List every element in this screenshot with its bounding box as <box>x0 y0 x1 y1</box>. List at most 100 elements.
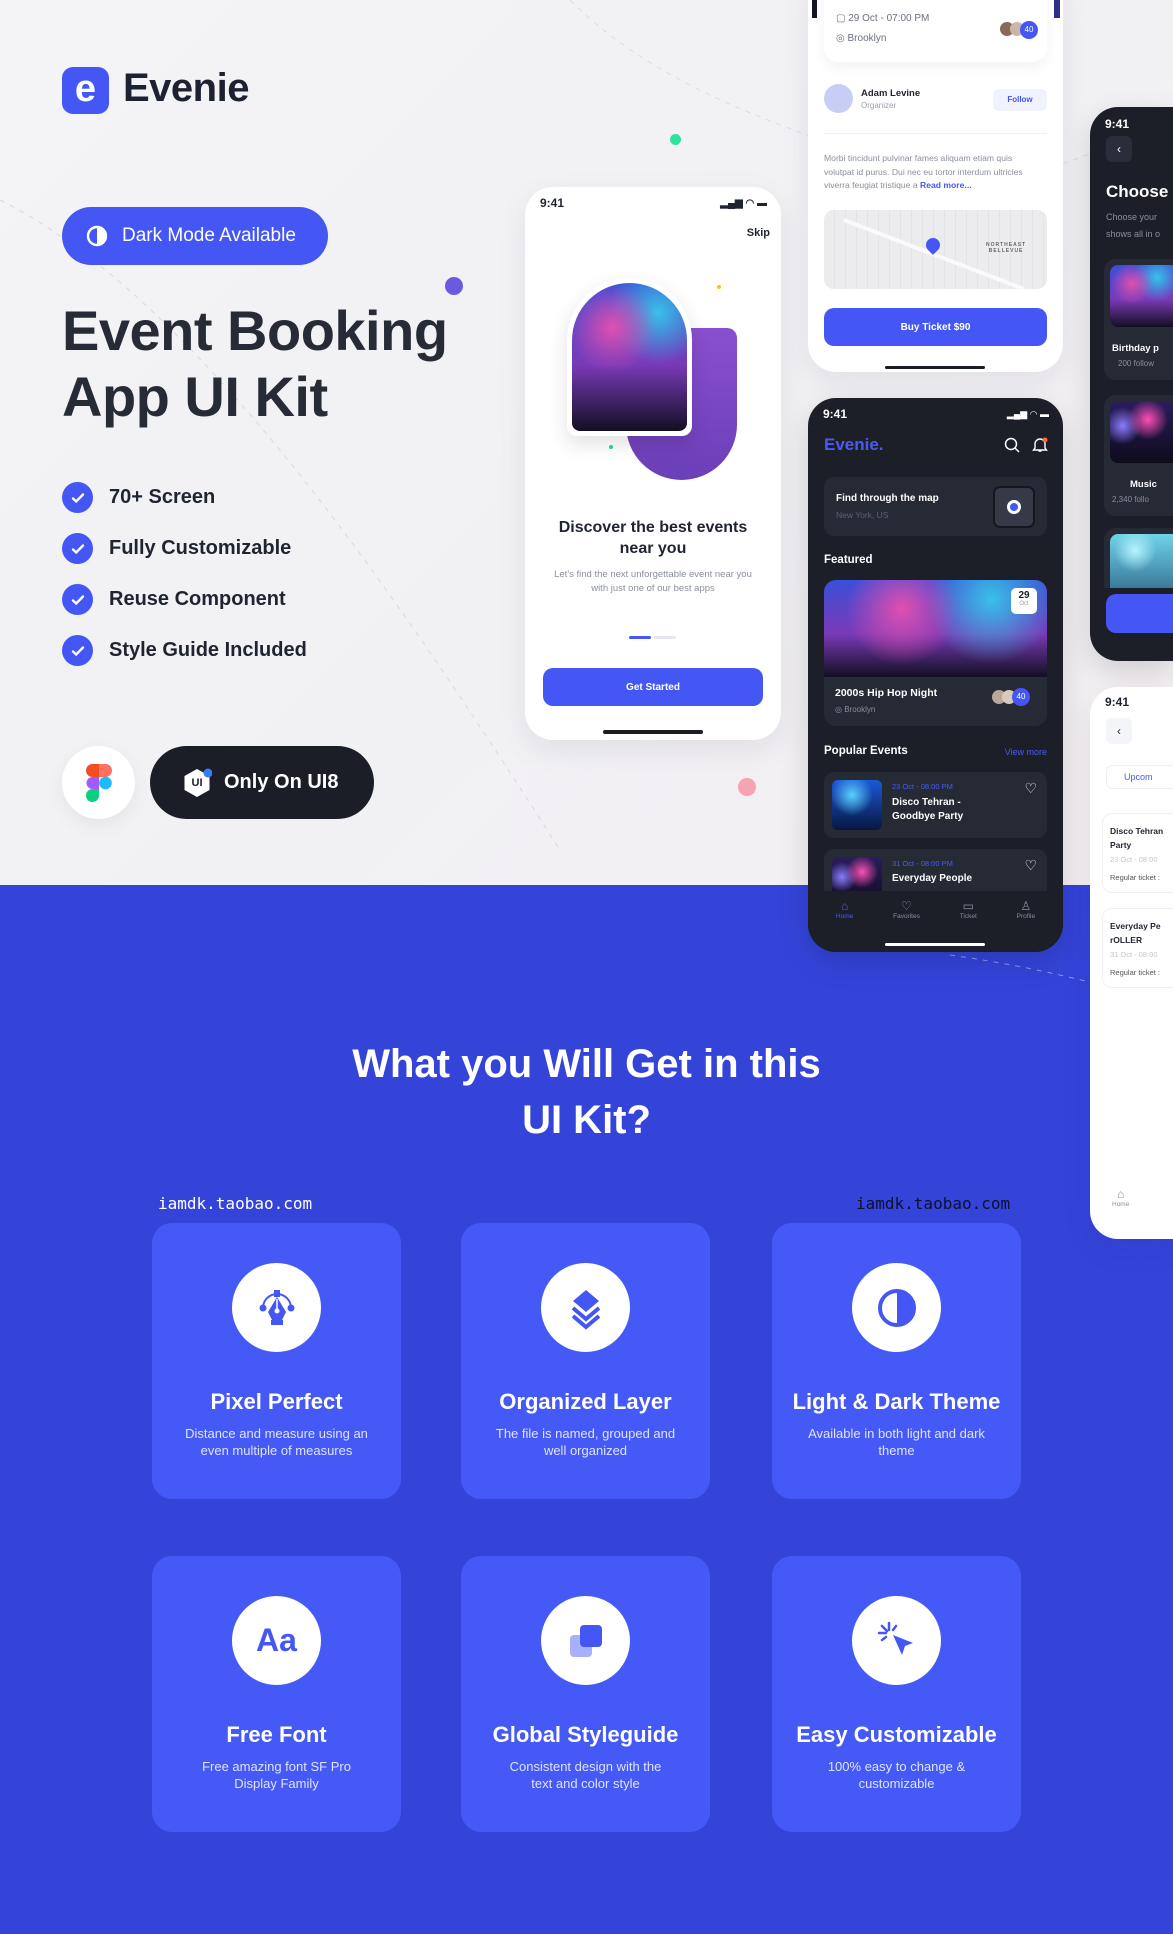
tab-upcoming[interactable]: Upcom <box>1106 765 1173 789</box>
category-name: Music <box>1130 479 1157 490</box>
feature-description: Free amazing font SF Pro Display Family <box>202 1759 351 1791</box>
heart-icon[interactable]: ♡ <box>1024 857 1037 874</box>
ui8-badge-text: UI <box>191 776 203 789</box>
featured-event-location: ◎ Brooklyn <box>835 705 876 714</box>
follow-button[interactable]: Follow <box>993 89 1047 111</box>
tickets-screen: 9:41 ‹ Upcom Disco Tehran Party 23 Oct - … <box>1090 687 1173 1239</box>
checklist-item: Reuse Component <box>62 574 307 625</box>
tab-profile[interactable]: ♙ Profile <box>1017 891 1035 952</box>
read-more-link[interactable]: Read more... <box>920 180 972 190</box>
divider <box>824 133 1047 134</box>
skip-button[interactable]: Skip <box>747 227 770 239</box>
status-time: 9:41 <box>1105 695 1130 709</box>
notification-bell-icon[interactable] <box>1032 436 1048 453</box>
get-started-button[interactable]: Get Started <box>543 668 763 706</box>
category-image <box>1110 265 1173 327</box>
figma-icon <box>85 763 112 802</box>
feature-description: Consistent design with the text and color… <box>509 1759 662 1791</box>
category-card[interactable] <box>1104 528 1173 588</box>
ui8-label: Only On UI8 <box>224 771 339 793</box>
category-image <box>1110 401 1173 463</box>
feature-card-free-font: Aa Free Font Free amazing font SF Pro Dis… <box>152 1556 401 1832</box>
search-icon[interactable] <box>1004 437 1020 453</box>
map-card-title: Find through the map <box>836 493 939 504</box>
event-date: 31 Oct - 08:00 PM <box>892 859 953 868</box>
concert-image <box>572 283 687 431</box>
feature-card-easy-customizable: Easy Customizable 100% easy to change & c… <box>772 1556 1021 1832</box>
brand-name: Evenie <box>123 66 249 110</box>
event-thumbnail <box>832 780 882 830</box>
ticket-date: 23 Oct - 08:00 <box>1110 855 1158 864</box>
styleguide-icon <box>541 1596 630 1685</box>
attendee-count: 40 <box>1020 21 1038 39</box>
checklist-item: Fully Customizable <box>62 523 307 574</box>
find-map-card[interactable]: Find through the map New York, US <box>824 477 1047 536</box>
heart-icon[interactable]: ♡ <box>1024 780 1037 797</box>
font-icon: Aa <box>232 1596 321 1685</box>
home-brand: Evenie. <box>824 435 884 454</box>
feature-card-light-dark-theme: Light & Dark Theme Available in both lig… <box>772 1223 1021 1499</box>
featured-event-card[interactable]: 29 Oct 2000s Hip Hop Night ◎ Brooklyn 40 <box>824 580 1047 726</box>
page-indicator-active <box>629 636 651 639</box>
ticket-card[interactable]: Everyday Pe rOLLER 31 Oct - 08:00 Regular… <box>1102 908 1173 988</box>
profile-icon: ♙ <box>1020 899 1032 913</box>
ticket-card[interactable]: Disco Tehran Party 23 Oct - 08:00 Regular… <box>1102 813 1173 893</box>
tab-home[interactable]: ⌂ Home <box>836 891 853 952</box>
decorative-dot <box>738 778 756 796</box>
feature-title: Pixel Perfect <box>210 1389 343 1414</box>
category-followers: 200 follow <box>1118 359 1155 368</box>
onboarding-title: Discover the best events near you <box>558 519 748 557</box>
featured-heading: Featured <box>824 554 873 566</box>
decorative-dot <box>670 134 681 145</box>
decorative-dot <box>717 285 721 289</box>
ui8-icon: UI <box>182 768 212 798</box>
feature-title: Free Font <box>226 1722 327 1747</box>
check-icon <box>62 533 93 564</box>
event-info-card: ▢ 29 Oct - 07:00 PM ◎ Brooklyn 40 <box>824 0 1047 62</box>
ui8-button[interactable]: UI Only On UI8 <box>150 746 374 819</box>
buy-ticket-button[interactable]: Buy Ticket $90 <box>824 308 1047 346</box>
organizer-name: Adam Levine <box>861 88 921 99</box>
decorative-dot <box>445 277 463 295</box>
category-card[interactable]: Birthday p 200 follow <box>1104 259 1173 380</box>
map-label: NORTHEAST BELLEVUE <box>986 242 1027 254</box>
contrast-icon <box>86 225 108 247</box>
feature-title: Light & Dark Theme <box>792 1389 1001 1414</box>
status-time: 9:41 <box>1105 117 1130 131</box>
view-more-link[interactable]: View more <box>1005 747 1047 757</box>
back-button[interactable]: ‹ <box>1106 718 1132 744</box>
category-name: Birthday p <box>1112 343 1159 354</box>
ticket-icon: ▭ <box>962 899 974 913</box>
tab-home[interactable]: ⌂ Home <box>1112 1187 1129 1208</box>
ticket-title: Disco Tehran Party <box>1110 826 1164 850</box>
hero-title: Event Booking App UI Kit <box>62 298 448 430</box>
event-map[interactable]: NORTHEAST BELLEVUE <box>824 210 1047 289</box>
figma-link[interactable] <box>62 746 135 819</box>
category-card[interactable]: Music 2,340 follo <box>1104 395 1173 516</box>
status-icons: ▂▄▆ ◠ ▬ <box>1006 409 1049 419</box>
feature-description: Distance and measure using an even multip… <box>185 1426 368 1458</box>
map-card-location: New York, US <box>836 510 889 520</box>
organizer-avatar <box>824 84 853 113</box>
category-followers: 2,340 follo <box>1112 495 1149 504</box>
attendee-count: 40 <box>1012 688 1030 706</box>
feature-card-pixel-perfect: Pixel Perfect Distance and measure using… <box>152 1223 401 1499</box>
date-badge: 29 Oct <box>1011 588 1037 614</box>
checklist-item: Style Guide Included <box>62 625 307 676</box>
home-icon: ⌂ <box>1117 1187 1125 1201</box>
event-image-edge <box>1054 0 1060 18</box>
continue-button[interactable] <box>1106 594 1173 633</box>
feature-description: Available in both light and dark theme <box>808 1426 985 1458</box>
decorative-dot <box>609 445 613 449</box>
dark-mode-badge: Dark Mode Available <box>62 207 328 265</box>
hero-title-line: Event Booking <box>62 299 448 362</box>
back-button[interactable]: ‹ <box>1106 136 1132 162</box>
check-icon <box>62 635 93 666</box>
event-list-item[interactable]: 23 Oct - 08:00 PM Disco Tehran - Goodbye … <box>824 772 1047 838</box>
contrast-icon <box>852 1263 941 1352</box>
checklist-label: Fully Customizable <box>109 537 292 559</box>
event-location: ◎ Brooklyn <box>836 33 887 44</box>
feature-title: Organized Layer <box>499 1389 672 1414</box>
home-indicator <box>885 943 985 946</box>
watermark: iamdk.taobao.com <box>856 1194 1011 1213</box>
